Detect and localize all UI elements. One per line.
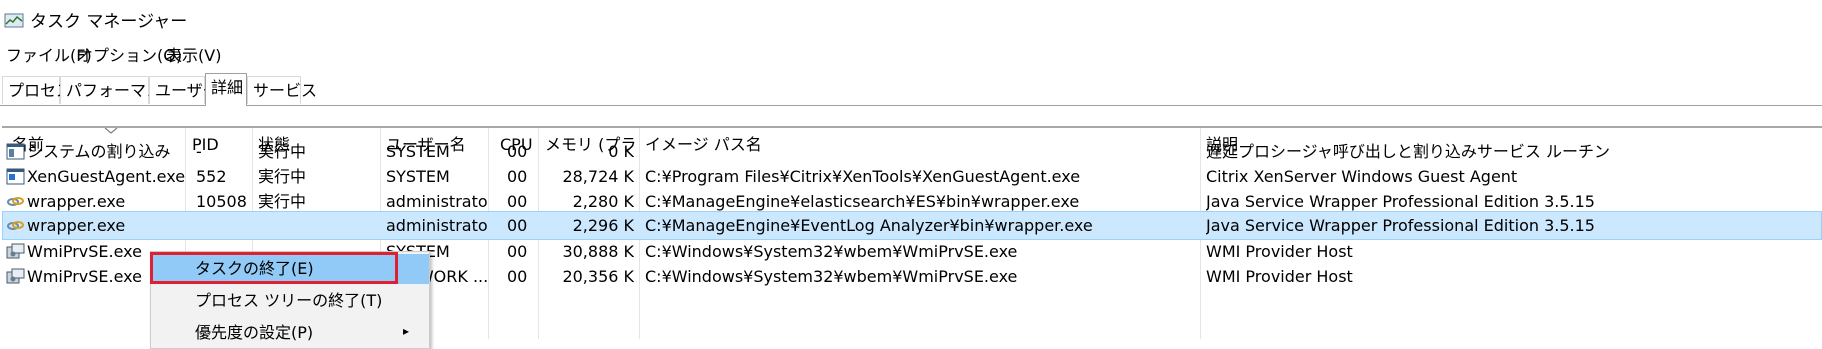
- app-window-icon: [6, 168, 25, 185]
- tab-users[interactable]: ユーザー: [149, 76, 219, 104]
- process-image-path: C:¥ManageEngine¥EventLog Analyzer¥bin¥wr…: [645, 216, 1093, 235]
- process-memory: 20,356 K: [562, 267, 634, 286]
- process-cpu: 00: [507, 267, 528, 286]
- menu-item-set-priority[interactable]: 優先度の設定(P): [151, 318, 429, 348]
- wmi-provider-icon: [6, 268, 25, 284]
- menu-item-end-process-tree[interactable]: プロセス ツリーの終了(T): [151, 286, 429, 316]
- tab-performance[interactable]: パフォーマンス: [60, 76, 178, 104]
- chain-link-icon: [7, 221, 24, 230]
- process-description: WMI Provider Host: [1206, 267, 1353, 286]
- process-cpu: 00: [507, 216, 528, 235]
- table-row-selected[interactable]: wrapper.exe administrator 00 2,296 K C:¥…: [2, 211, 1822, 240]
- tab-details[interactable]: 詳細: [205, 73, 247, 106]
- menu-view[interactable]: 表示(V): [166, 44, 221, 68]
- submenu-arrow-icon: ▸: [403, 324, 410, 338]
- process-description: Java Service Wrapper Professional Editio…: [1206, 216, 1595, 235]
- process-user: administrator: [386, 216, 488, 235]
- menu-item-label: 優先度の設定(P): [195, 323, 314, 342]
- annotation-highlight-box: [150, 252, 398, 284]
- tab-services[interactable]: サービス: [247, 76, 317, 104]
- process-memory: 2,296 K: [572, 216, 634, 235]
- tab-processes[interactable]: プロセス: [2, 76, 72, 104]
- header-divider: [2, 126, 1822, 128]
- menu-item-label: プロセス ツリーの終了(T): [195, 291, 383, 310]
- wmi-provider-icon: [6, 243, 25, 259]
- context-menu: タスクの終了(E) プロセス ツリーの終了(T) 優先度の設定(P) ▸: [150, 251, 430, 349]
- process-name: wrapper.exe: [27, 216, 126, 235]
- title-bar: タスク マネージャー: [0, 0, 1822, 44]
- process-image-path: C:¥Windows¥System32¥wbem¥WmiPrvSE.exe: [645, 267, 1018, 286]
- chain-link-icon: [7, 197, 24, 206]
- task-manager-icon: [4, 13, 24, 28]
- window-title: タスク マネージャー: [30, 12, 188, 32]
- system-window-icon: [6, 143, 25, 160]
